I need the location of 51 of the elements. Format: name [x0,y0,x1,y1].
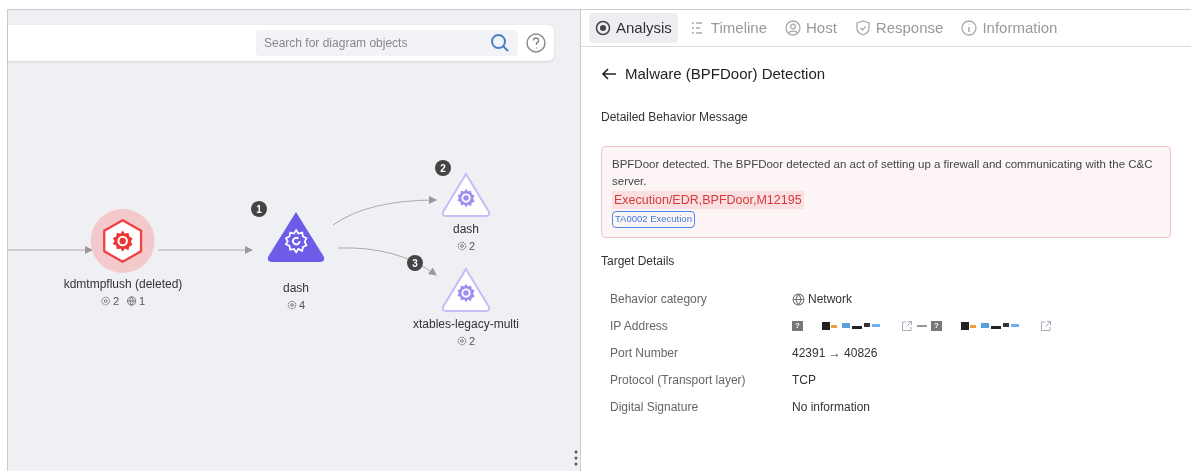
tactic-tag: TA0002 Execution [612,211,695,228]
section-heading: Detailed Behavior Message [601,108,749,126]
help-icon[interactable] [526,33,546,53]
field-label: Port Number [610,345,680,362]
gear-icon [100,296,111,307]
gear-icon [286,300,297,311]
info-icon [961,20,978,36]
section-heading: Target Details [601,252,676,270]
shield-icon [854,20,871,36]
stat-count: 2 [468,334,476,349]
field-value: No information [792,399,871,416]
stat-count: 1 [139,294,146,309]
user-icon [785,20,801,36]
tab[interactable]: Information [955,13,1064,43]
field-label: Protocol (Transport layer) [610,372,747,389]
field-value: 42391 → 40826 [792,345,878,362]
tab[interactable]: Host [779,13,843,43]
detection-tag: Execution/EDR,BPFDoor,M12195 [612,190,804,210]
search-field[interactable]: Search for diagram objects [256,30,518,56]
node-label: dash [283,280,309,297]
field-label: IP Address [610,318,669,335]
field-label: Digital Signature [610,399,700,416]
message-text: BPFDoor detected. The BPFDoor detected an act of setting up a firewall and communicating with the C&C server. [612,156,1154,189]
node-label: xtables-legacy-multi [413,316,519,333]
unknown-flag: ? [792,321,803,331]
resize-handle-icon[interactable] [574,450,578,466]
stat-count: 4 [298,298,306,313]
gear-icon [456,241,467,252]
stat-count: 2 [112,294,119,309]
field-value: TCP [792,372,816,389]
node-label: dash [453,221,479,238]
order-badge: 3 [407,255,423,271]
node-label: kdmtmpflush (deleted) [63,276,183,293]
globe-icon [127,296,137,307]
external-link-icon[interactable] [1039,320,1052,332]
globe-icon [792,292,805,306]
process-node[interactable] [441,172,491,218]
tab[interactable]: Analysis [589,13,678,43]
tab[interactable]: Response [848,13,950,43]
search-icon[interactable] [490,33,510,53]
tab[interactable]: Timeline [683,13,773,43]
detail-title: Malware (BPFDoor) Detection [625,64,826,84]
stat-count: 2 [468,239,476,254]
field-label: Behavior category [610,291,708,308]
external-link-icon[interactable] [900,320,913,332]
gear-icon [456,336,467,347]
order-badge: 2 [435,160,451,176]
order-badge: 1 [251,201,267,217]
field-value: Network [808,291,852,308]
unknown-flag: ? [930,321,942,331]
process-node[interactable] [441,267,491,313]
